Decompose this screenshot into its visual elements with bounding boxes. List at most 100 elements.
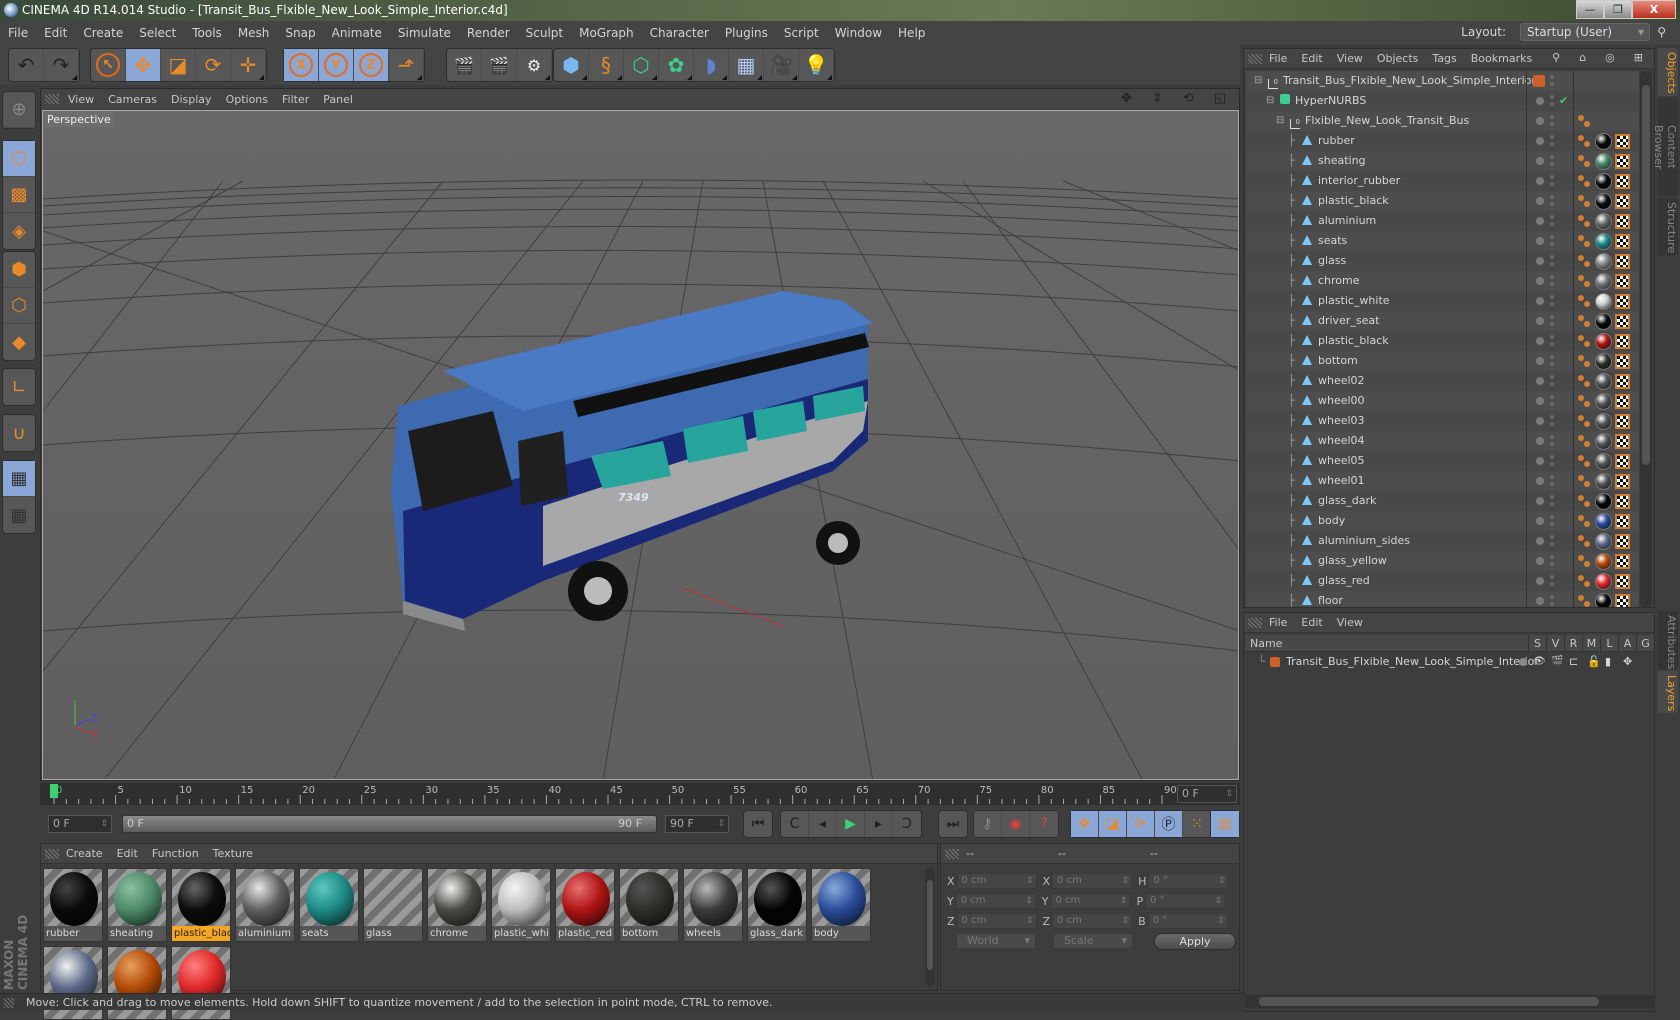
collapse-toggle-icon[interactable]: ⊟ [1254, 71, 1262, 91]
editor-render-visibility[interactable] [1550, 435, 1554, 439]
uvw-tag-icon[interactable] [1615, 393, 1630, 409]
material-swatch[interactable]: glass [363, 868, 423, 942]
render-view-button[interactable]: 🎬 [447, 49, 482, 81]
object-scrollbar[interactable] [1640, 71, 1652, 607]
menu-create[interactable]: Create [75, 26, 131, 40]
panel-grip[interactable] [45, 94, 59, 104]
editor-render-visibility[interactable] [1550, 315, 1554, 319]
object-name[interactable]: glass_red [1318, 574, 1370, 587]
collapse-toggle-icon[interactable]: ⊟ [1276, 111, 1284, 131]
object-row[interactable]: ├ seats [1246, 231, 1639, 251]
enabled-check-icon[interactable]: ✔ [1559, 91, 1568, 111]
eye-icon[interactable]: ◎ [1598, 51, 1622, 64]
uvw-tag-icon[interactable] [1615, 193, 1630, 209]
material-tag-icon[interactable] [1595, 232, 1612, 250]
current-frame-field[interactable]: 0 F [1177, 785, 1237, 803]
viewport-menu-filter[interactable]: Filter [275, 93, 316, 106]
material-swatch[interactable]: body [811, 868, 871, 942]
layer-row[interactable]: └ Transit_Bus_Flxible_New_Look_Simple_In… [1246, 652, 1654, 672]
layer-dot[interactable] [1536, 577, 1544, 585]
rotation-field[interactable]: 0 ° [1148, 873, 1229, 889]
material-tag-icon[interactable] [1595, 252, 1612, 270]
layer-dot[interactable] [1536, 237, 1544, 245]
object-name[interactable]: wheel01 [1318, 474, 1365, 487]
layer-dot[interactable] [1536, 397, 1544, 405]
uvw-tag-icon[interactable] [1615, 573, 1630, 589]
planar-workplane-button[interactable]: ▦ [3, 497, 35, 533]
close-button[interactable]: X [1632, 0, 1676, 19]
menu-render[interactable]: Render [459, 26, 518, 40]
object-row[interactable]: ├ sheating [1246, 151, 1639, 171]
orbit-view-icon[interactable]: ⟲ [1176, 91, 1201, 106]
camera-button[interactable]: 🎥 [764, 49, 799, 81]
z-axis-lock-button[interactable]: Z [354, 49, 389, 81]
layer-color-swatch[interactable] [1270, 657, 1280, 667]
object-row[interactable]: ⊟ 0 Flxible_New_Look_Transit_Bus [1246, 111, 1639, 131]
object-name[interactable]: glass [1318, 254, 1346, 267]
visibility-dots[interactable] [1526, 591, 1574, 607]
visibility-dots[interactable] [1526, 531, 1574, 551]
visibility-dots[interactable] [1526, 231, 1574, 251]
search-icon[interactable]: ⚲ [1545, 51, 1567, 64]
object-row[interactable]: ├ glass_red [1246, 571, 1639, 591]
material-swatch[interactable]: glass_dark [747, 868, 807, 942]
transform-mode-dropdown[interactable]: Scale [1053, 933, 1133, 949]
spline-button[interactable]: § [589, 49, 624, 81]
editor-render-visibility[interactable] [1550, 575, 1554, 579]
phong-tag-icon[interactable] [1578, 494, 1592, 508]
phong-tag-icon[interactable] [1578, 414, 1592, 428]
material-tag-icon[interactable] [1595, 132, 1612, 150]
phong-tag-icon[interactable] [1578, 174, 1592, 188]
recent-tool-button[interactable]: ✛ [231, 49, 266, 81]
material-tag-icon[interactable] [1595, 492, 1612, 510]
material-tag-icon[interactable] [1595, 212, 1612, 230]
layer-dot[interactable] [1536, 197, 1544, 205]
object-name[interactable]: HyperNURBS [1295, 94, 1366, 107]
cube-button[interactable]: ⬢ [554, 49, 589, 81]
layer-dot[interactable] [1536, 437, 1544, 445]
uvw-tag-icon[interactable] [1615, 453, 1630, 469]
panel-grip[interactable] [45, 849, 59, 859]
layer-dot[interactable] [1536, 137, 1544, 145]
material-tag-icon[interactable] [1595, 172, 1612, 190]
record-keys-button[interactable]: ⚷ [974, 811, 1002, 837]
editor-render-visibility[interactable] [1550, 335, 1554, 339]
material-menu-texture[interactable]: Texture [206, 847, 260, 860]
redo-button[interactable]: ↷ [44, 49, 79, 81]
visibility-dots[interactable] [1526, 71, 1574, 91]
editor-render-visibility[interactable] [1550, 95, 1554, 99]
viewport-menu-panel[interactable]: Panel [316, 93, 360, 106]
next-key-button[interactable]: Ɔ [893, 811, 921, 837]
visibility-dots[interactable] [1526, 391, 1574, 411]
visibility-dots[interactable] [1526, 271, 1574, 291]
layer-dot[interactable] [1536, 597, 1544, 605]
lock-icon[interactable]: 🔓 [1587, 652, 1601, 672]
array-button[interactable]: ✿ [659, 49, 694, 81]
visibility-dots[interactable] [1526, 251, 1574, 271]
object-row[interactable]: ├ wheel04 [1246, 431, 1639, 451]
phong-tag-icon[interactable] [1578, 434, 1592, 448]
viewport-menu-display[interactable]: Display [164, 93, 219, 106]
uvw-tag-icon[interactable] [1615, 153, 1630, 169]
phong-tag-icon[interactable] [1578, 154, 1592, 168]
phong-tag-icon[interactable] [1578, 374, 1592, 388]
home-icon[interactable]: ⌂ [1572, 51, 1593, 64]
uvw-tag-icon[interactable] [1615, 413, 1630, 429]
phong-tag-icon[interactable] [1578, 134, 1592, 148]
col-manager[interactable]: M [1582, 635, 1600, 651]
timeline-ruler[interactable]: 0 5 10 15 20 25 30 35 40 45 50 55 60 65 70 75 80 85 90 0 F [40, 783, 1240, 805]
object-name[interactable]: glass_yellow [1318, 554, 1387, 567]
visibility-dots[interactable] [1526, 151, 1574, 171]
uvw-tag-icon[interactable] [1615, 133, 1630, 149]
layer-dot[interactable] [1536, 537, 1544, 545]
layer-color-swatch[interactable] [1533, 75, 1545, 87]
object-name[interactable]: driver_seat [1318, 314, 1379, 327]
material-tag-icon[interactable] [1595, 552, 1612, 570]
object-row[interactable]: ├ wheel03 [1246, 411, 1639, 431]
generator-icon[interactable]: ✥ [1623, 652, 1632, 672]
panel-grip[interactable] [945, 849, 959, 859]
apply-button[interactable]: Apply [1154, 933, 1236, 950]
light-button[interactable]: 💡 [799, 49, 834, 81]
visibility-dots[interactable] [1526, 371, 1574, 391]
uvw-tag-icon[interactable] [1615, 433, 1630, 449]
